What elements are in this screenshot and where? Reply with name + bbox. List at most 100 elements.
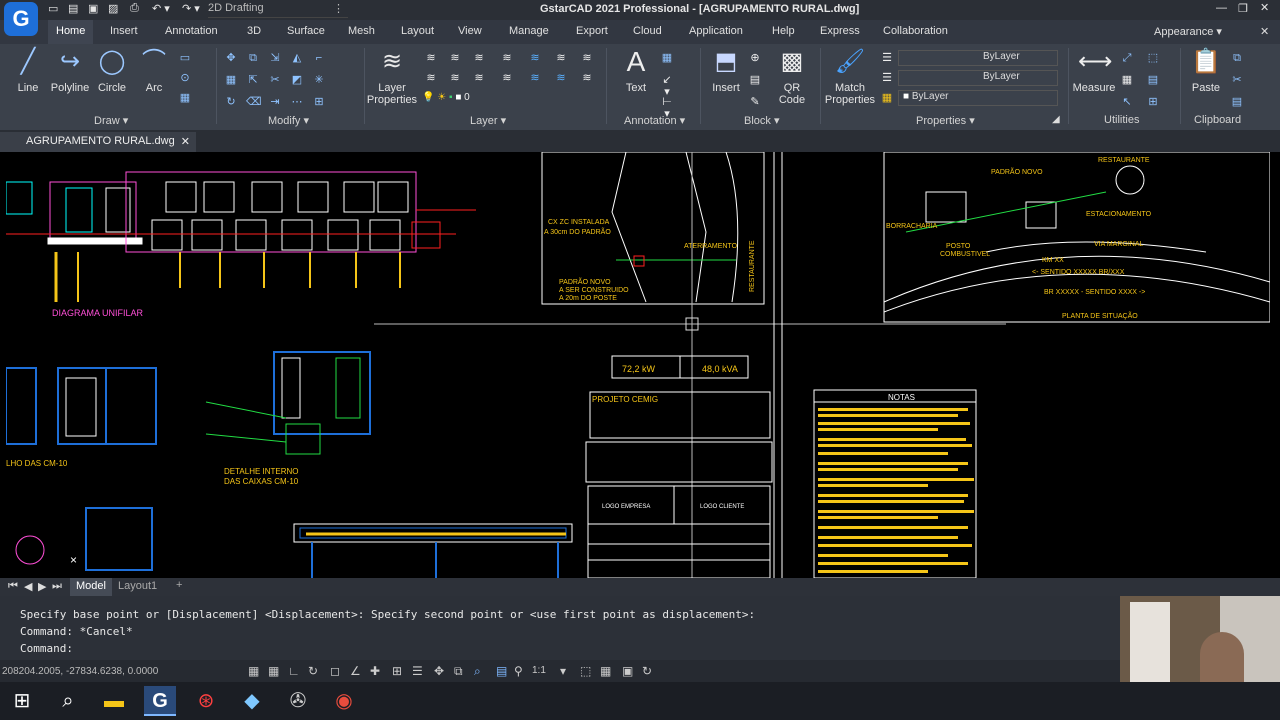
mirror-icon[interactable]: ◭ [290, 52, 304, 64]
quickselect-icon[interactable]: ⬚ [1146, 52, 1160, 64]
layer-tool-4-icon[interactable]: ≋ [500, 52, 514, 64]
clipboard-panel-label[interactable]: Clipboard [1194, 114, 1241, 126]
close-ribbon-icon[interactable]: ✕ [1260, 25, 1269, 38]
copy-base-icon[interactable]: ▤ [1230, 96, 1244, 108]
cut-icon[interactable]: ✂ [1230, 74, 1244, 86]
layer-tool-9-icon[interactable]: ≋ [448, 72, 462, 84]
arc-icon[interactable]: ⌒ [138, 48, 170, 76]
clean-screen-icon[interactable]: ▣ [622, 664, 633, 678]
list-icon[interactable]: ☰ [880, 52, 894, 64]
linetype-icon[interactable]: ☰ [880, 72, 894, 84]
drawing-svg[interactable]: DIAGRAMA UNIFILAR LHO DAS CM-10 DETALHE … [6, 152, 1270, 578]
close-tab-icon[interactable]: ✕ [181, 135, 190, 148]
model-tab[interactable]: Model [70, 578, 112, 596]
calculator-icon[interactable]: ▦ [1120, 74, 1134, 86]
tab-cloud[interactable]: Cloud [633, 25, 662, 37]
layer-tool-5-icon[interactable]: ≋ [528, 52, 542, 64]
ellipse-icon[interactable]: ⊙ [178, 72, 192, 84]
match-properties-icon[interactable]: 🖌 [834, 48, 866, 76]
otrack-icon[interactable]: ∠ [350, 664, 361, 678]
tab-insert[interactable]: Insert [110, 25, 138, 37]
layer-select[interactable]: 💡 ☀ ▪ ■ 0 [422, 92, 598, 108]
insert-block-icon[interactable]: ⬒ [710, 48, 742, 76]
scale-icon[interactable]: ⇱ [246, 74, 260, 86]
rectangle-icon[interactable]: ▭ [178, 52, 192, 64]
file-explorer-icon[interactable]: ▬ [98, 686, 130, 716]
block-edit-icon[interactable]: ▤ [748, 74, 762, 86]
arc-button[interactable]: Arc [138, 82, 170, 94]
trim-icon[interactable]: ✂ [268, 74, 282, 86]
last-layout-icon[interactable]: ⏭ [52, 580, 62, 593]
properties-panel-label[interactable]: Properties ▾ [916, 114, 975, 127]
layer-tool-3-icon[interactable]: ≋ [472, 52, 486, 64]
match-properties-button[interactable]: Match Properties [822, 82, 878, 106]
layer-tool-12-icon[interactable]: ≋ [528, 72, 542, 84]
filter-icon[interactable]: ▤ [1146, 74, 1160, 86]
layer-properties-button[interactable]: Layer Properties [364, 82, 420, 106]
color-picker-icon[interactable]: ▦ [880, 92, 894, 104]
utilities-panel-label[interactable]: Utilities [1104, 114, 1139, 126]
tab-export[interactable]: Export [576, 25, 608, 37]
qat-saveas-icon[interactable]: ▨ [108, 2, 118, 15]
qat-redo-icon[interactable]: ↷ ▾ [182, 2, 200, 15]
tab-view[interactable]: View [458, 25, 482, 37]
text-icon[interactable]: A [620, 48, 652, 76]
join-icon[interactable]: ⊞ [312, 96, 326, 108]
layer-tool-8-icon[interactable]: ≋ [424, 72, 438, 84]
polar-icon[interactable]: ↻ [308, 664, 318, 678]
annotation-monitor-icon[interactable]: ▤ [496, 664, 507, 678]
qat-undo-icon[interactable]: ↶ ▾ [152, 2, 170, 15]
sel-cycle-icon[interactable]: ⧉ [454, 664, 463, 679]
document-tab[interactable]: AGRUPAMENTO RURAL.dwg ✕ [0, 132, 196, 152]
tpy-icon[interactable]: ☰ [412, 664, 423, 678]
annotation-scale[interactable]: 1:1 [532, 665, 546, 676]
extend-icon[interactable]: ⇥ [268, 96, 282, 108]
annotation-visibility-icon[interactable]: ⚲ [514, 664, 523, 678]
tab-help[interactable]: Help [772, 25, 795, 37]
gstarcad-taskbar-icon[interactable]: G [144, 686, 176, 716]
rotate-icon[interactable]: ↻ [224, 96, 238, 108]
app-taskbar-icon-3[interactable]: ◆ [236, 686, 268, 716]
workspace-select[interactable]: 2D Drafting ⋮ [208, 2, 348, 18]
tab-annotation[interactable]: Annotation [165, 25, 218, 37]
layer-tool-1-icon[interactable]: ≋ [424, 52, 438, 64]
insert-button[interactable]: Insert [706, 82, 746, 94]
add-layout-button[interactable]: + [176, 579, 182, 591]
line-button[interactable]: Line [10, 82, 46, 94]
layer-tool-7-icon[interactable]: ≋ [580, 52, 594, 64]
command-input[interactable]: Command: [20, 642, 1110, 658]
windows-start-icon[interactable]: ⊞ [6, 686, 38, 716]
linetype-select[interactable]: ByLayer [898, 70, 1058, 86]
qat-save-icon[interactable]: ▣ [88, 2, 98, 15]
hatch-icon[interactable]: ▦ [178, 92, 192, 104]
minimize-icon[interactable]: — [1216, 2, 1227, 14]
measure-icon[interactable]: ⟷ [1078, 48, 1112, 76]
draw-panel-label[interactable]: Draw ▾ [94, 114, 128, 127]
osnap-icon[interactable]: ◻ [330, 664, 340, 678]
annotation-panel-label[interactable]: Annotation ▾ [624, 114, 685, 127]
paste-button[interactable]: Paste [1186, 82, 1226, 94]
layer-tool-14-icon[interactable]: ≋ [580, 72, 594, 84]
ortho-icon[interactable]: ∟ [288, 664, 300, 678]
layer-panel-label[interactable]: Layer ▾ [470, 114, 506, 127]
qp-icon[interactable]: ✥ [434, 664, 444, 678]
modify-panel-label[interactable]: Modify ▾ [268, 114, 309, 127]
color-select[interactable]: ■ ByLayer [898, 90, 1058, 106]
close-icon[interactable]: ✕ [1260, 1, 1269, 14]
hardware-accel-icon[interactable]: ▦ [600, 664, 611, 678]
tab-collaboration[interactable]: Collaboration [883, 25, 948, 37]
layer-tool-11-icon[interactable]: ≋ [500, 72, 514, 84]
snap-icon[interactable]: ▦ [268, 664, 279, 678]
array-icon[interactable]: ▦ [224, 74, 238, 86]
line-icon[interactable]: ╱ [12, 48, 44, 76]
layer-tool-13-icon[interactable]: ≋ [554, 72, 568, 84]
customize-icon[interactable]: ↻ [642, 664, 652, 678]
circle-icon[interactable]: ◯ [96, 48, 128, 76]
qat-new-icon[interactable]: ▭ [48, 2, 58, 15]
block-panel-label[interactable]: Block ▾ [744, 114, 779, 127]
fillet-icon[interactable]: ⌐ [312, 52, 326, 64]
workspace-switch-icon[interactable]: ▾ [560, 664, 566, 678]
layer-tool-10-icon[interactable]: ≋ [472, 72, 486, 84]
layer-tool-2-icon[interactable]: ≋ [448, 52, 462, 64]
layer-properties-icon[interactable]: ≋ [376, 48, 408, 76]
